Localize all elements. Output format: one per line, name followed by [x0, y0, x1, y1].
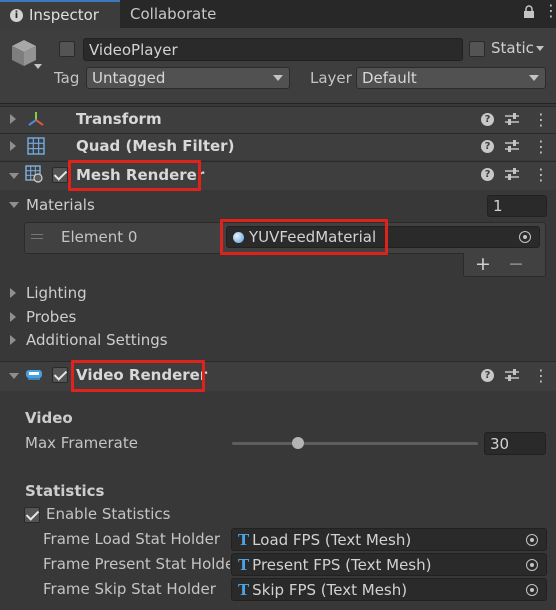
fold-mesh-renderer-icon[interactable] — [9, 173, 19, 179]
text-mesh-icon: T — [238, 580, 250, 599]
section-probes[interactable]: Probes — [26, 308, 76, 326]
stat-row-label: Frame Load Stat Holder — [43, 530, 221, 548]
preset-icon[interactable] — [505, 140, 519, 152]
max-framerate-slider-track[interactable] — [232, 442, 478, 445]
component-menu-icon[interactable]: ⋮ — [533, 167, 549, 183]
help-icon[interactable]: ? — [481, 369, 494, 382]
enable-statistics-checkbox[interactable] — [24, 507, 40, 523]
lock-icon[interactable] — [523, 5, 535, 19]
active-checkbox[interactable] — [59, 41, 75, 57]
static-label: Static — [491, 39, 534, 57]
layer-label: Layer — [310, 69, 352, 87]
layer-value: Default — [362, 69, 417, 87]
object-name-value: VideoPlayer — [89, 40, 178, 59]
tag-value: Untagged — [92, 69, 166, 87]
object-name-field[interactable]: VideoPlayer — [83, 38, 463, 61]
chevron-down-icon — [273, 75, 283, 81]
chevron-down-icon — [529, 75, 539, 81]
highlight-box-video-renderer — [71, 360, 205, 392]
stat-row-value: Present FPS (Text Mesh) — [252, 555, 432, 574]
fold-video-renderer-icon[interactable] — [9, 373, 19, 379]
preset-icon[interactable] — [505, 369, 519, 381]
materials-label: Materials — [26, 196, 95, 214]
max-framerate-value: 30 — [490, 434, 510, 453]
enable-statistics-label: Enable Statistics — [46, 505, 171, 523]
statistics-section-header: Statistics — [25, 482, 105, 500]
text-mesh-icon: T — [238, 555, 250, 574]
info-icon: i — [10, 8, 23, 22]
max-framerate-field[interactable]: 30 — [484, 432, 546, 455]
transform-title: Transform — [76, 110, 162, 128]
materials-size-field[interactable]: 1 — [487, 195, 547, 217]
video-renderer-enabled-checkbox[interactable] — [52, 367, 68, 383]
mesh-filter-title: Quad (Mesh Filter) — [76, 137, 235, 155]
mesh-filter-icon — [27, 137, 45, 155]
remove-element-button[interactable]: − — [508, 253, 524, 275]
stat-row-value: Load FPS (Text Mesh) — [252, 530, 412, 549]
object-picker-icon[interactable] — [526, 533, 538, 546]
object-picker-icon[interactable] — [526, 583, 538, 596]
fold-transform-icon[interactable] — [10, 114, 16, 124]
fold-additional-settings-icon[interactable] — [10, 335, 16, 345]
video-section-header: Video — [25, 409, 73, 427]
tag-dropdown[interactable]: Untagged — [86, 67, 290, 89]
component-menu-icon[interactable]: ⋮ — [533, 139, 549, 155]
object-picker-icon[interactable] — [526, 558, 538, 571]
max-framerate-label: Max Framerate — [25, 434, 138, 452]
highlight-box-mesh-renderer — [68, 160, 201, 191]
text-mesh-icon: T — [238, 530, 250, 549]
help-icon[interactable]: ? — [481, 140, 494, 153]
layer-dropdown[interactable]: Default — [356, 67, 546, 89]
fold-mesh-filter-icon[interactable] — [10, 141, 16, 151]
stat-row-label: Frame Skip Stat Holder — [43, 580, 216, 598]
video-renderer-icon — [26, 370, 42, 380]
section-lighting[interactable]: Lighting — [26, 284, 87, 302]
fold-materials-icon[interactable] — [9, 202, 19, 208]
tag-label: Tag — [54, 69, 80, 87]
materials-size-value: 1 — [493, 197, 503, 215]
tab-collaborate[interactable]: Collaborate — [124, 0, 234, 28]
preset-icon[interactable] — [505, 113, 519, 125]
icon-dropdown-caret[interactable] — [34, 64, 42, 69]
help-icon[interactable]: ? — [481, 168, 494, 181]
tab-collaborate-label: Collaborate — [130, 5, 217, 23]
static-checkbox[interactable] — [469, 41, 485, 57]
tab-inspector[interactable]: i Inspector — [0, 0, 120, 28]
static-dropdown-caret[interactable] — [536, 46, 544, 51]
transform-icon — [28, 112, 44, 126]
tab-inspector-label: Inspector — [29, 6, 99, 24]
mesh-renderer-enabled-checkbox[interactable] — [52, 167, 68, 183]
stat-row-object-field[interactable]: T Present FPS (Text Mesh) — [231, 553, 547, 576]
mesh-renderer-icon — [25, 165, 43, 183]
component-menu-icon[interactable]: ⋮ — [533, 368, 549, 384]
stat-row-label: Frame Present Stat Holder — [43, 555, 230, 573]
tab-bar: i Inspector Collaborate ⋮ — [0, 0, 556, 28]
fold-probes-icon[interactable] — [10, 312, 16, 322]
stat-row-object-field[interactable]: T Load FPS (Text Mesh) — [231, 528, 547, 551]
highlight-box-material — [220, 219, 388, 255]
component-menu-icon[interactable]: ⋮ — [533, 112, 549, 128]
element-0-label: Element 0 — [61, 228, 138, 246]
section-additional-settings[interactable]: Additional Settings — [26, 331, 168, 349]
add-element-button[interactable]: + — [475, 253, 491, 275]
stat-row-value: Skip FPS (Text Mesh) — [252, 580, 408, 599]
help-icon[interactable]: ? — [481, 113, 494, 126]
object-picker-icon[interactable] — [519, 231, 531, 243]
tab-menu-icon[interactable]: ⋮ — [543, 3, 556, 19]
max-framerate-slider-thumb[interactable] — [292, 437, 305, 449]
fold-lighting-icon[interactable] — [10, 288, 16, 298]
stat-row-object-field[interactable]: T Skip FPS (Text Mesh) — [231, 578, 547, 601]
preset-icon[interactable] — [505, 168, 519, 180]
drag-handle-icon[interactable] — [31, 234, 43, 235]
